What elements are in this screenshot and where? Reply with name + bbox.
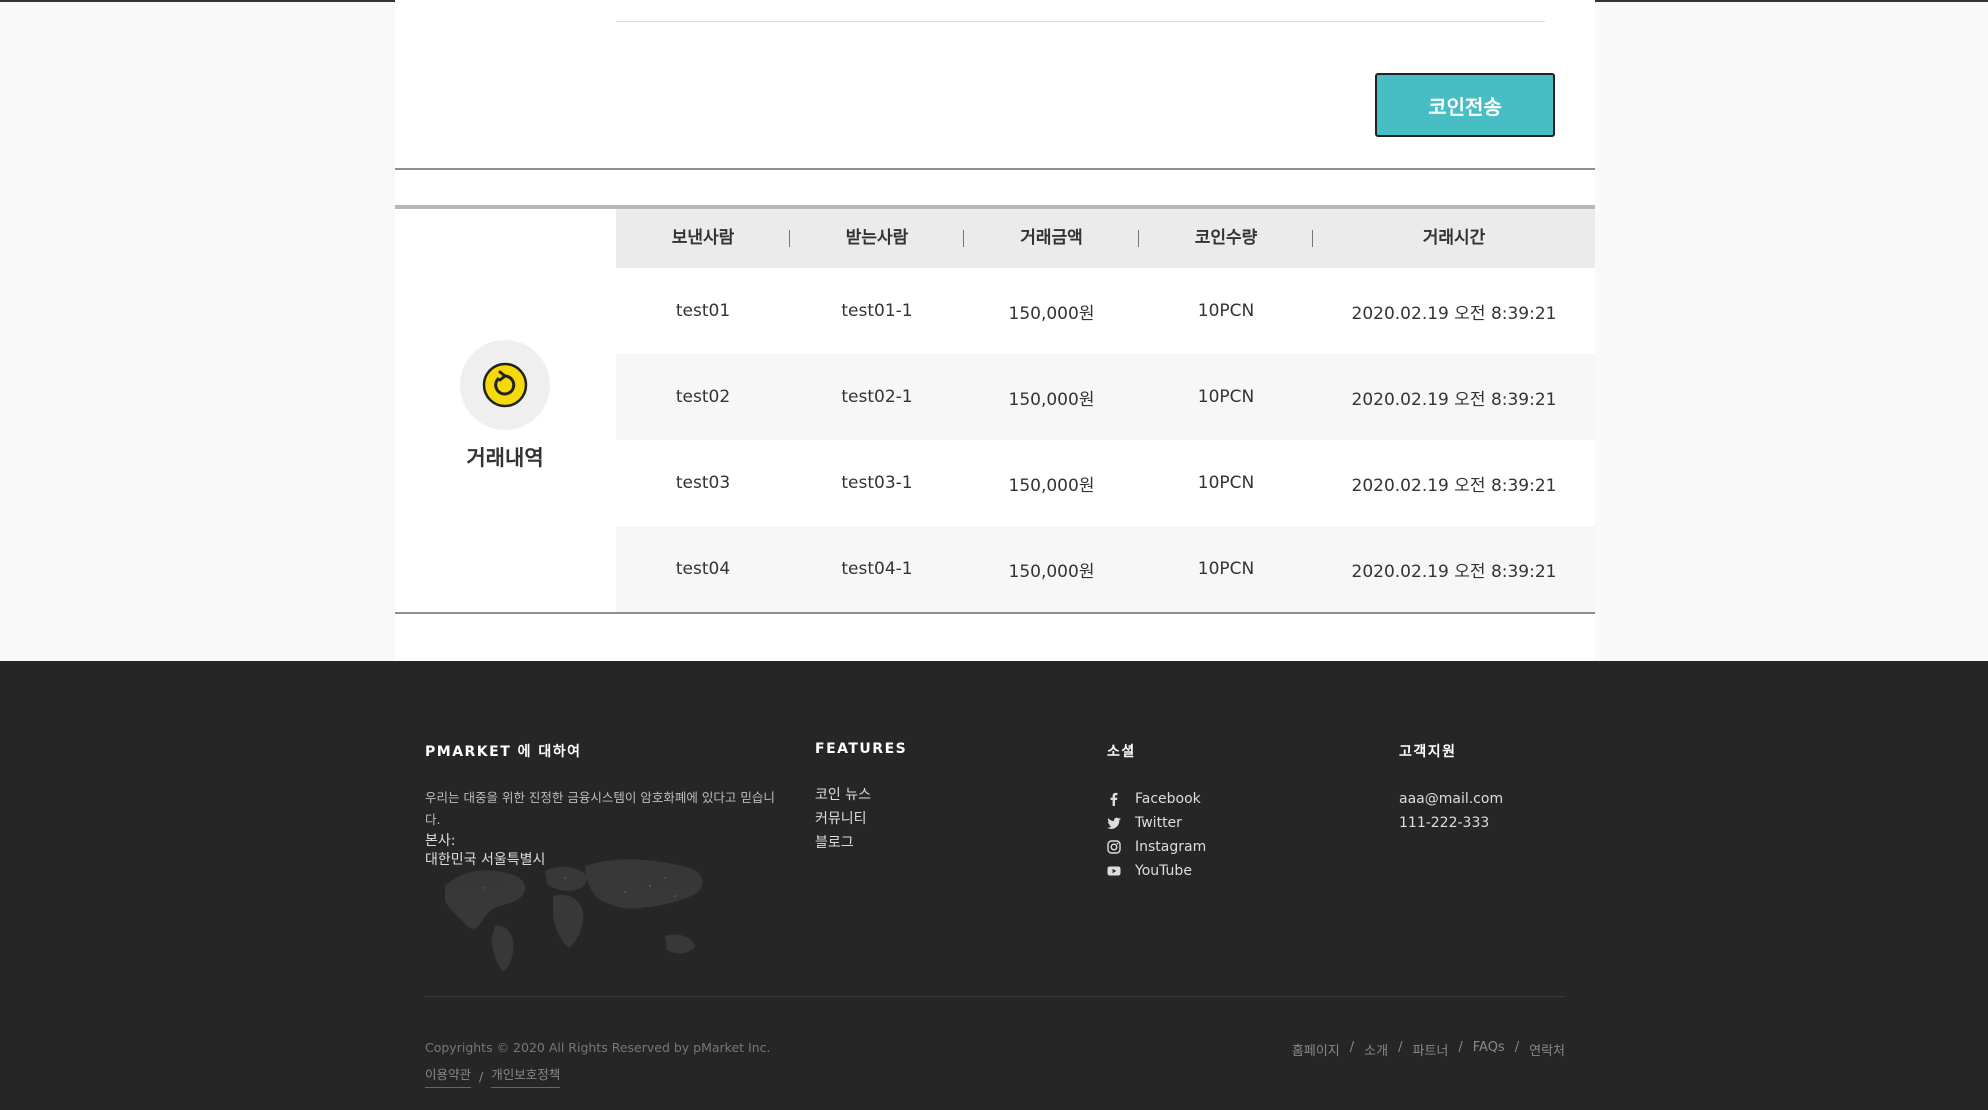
cell-amount: 150,000원 [1008, 475, 1095, 496]
cell-sender: test03 [675, 473, 731, 493]
footer-link-blog[interactable]: 블로그 [815, 831, 907, 855]
instagram-icon [1107, 840, 1121, 854]
privacy-link[interactable]: 개인보호정책 [491, 1064, 561, 1088]
column-header-amount: 거래금액 [964, 209, 1139, 268]
social-link-youtube[interactable]: YouTube [1107, 859, 1206, 883]
legal-links: 이용약관 / 개인보호정책 [425, 1064, 561, 1088]
footer-features-heading: FEATURES [815, 741, 908, 757]
social-label: Facebook [1135, 791, 1201, 807]
social-link-instagram[interactable]: Instagram [1107, 835, 1206, 859]
cell-quantity: 10PCN [1197, 559, 1255, 579]
cell-amount: 150,000원 [1008, 389, 1095, 410]
cell-quantity: 10PCN [1197, 301, 1255, 321]
footer-social-heading: 소셜 [1107, 744, 1136, 760]
footer-link-coin-news[interactable]: 코인 뉴스 [815, 783, 907, 807]
nav-partners[interactable]: 파트너 [1412, 1040, 1448, 1059]
copyright-text: Copyrights © 2020 All Rights Reserved by… [425, 1040, 771, 1055]
facebook-icon [1110, 792, 1118, 806]
social-link-twitter[interactable]: Twitter [1107, 811, 1206, 835]
nav-contact[interactable]: 연락처 [1529, 1040, 1565, 1059]
footer-about-text: 우리는 대중을 위한 진정한 금융시스템이 암호화폐에 있다고 믿습니다. [425, 790, 775, 827]
footer-about-heading: PMARKET 에 대하여 [425, 744, 582, 760]
footer-divider [425, 996, 1565, 997]
section-divider-bottom [395, 612, 1595, 614]
table-header: 보낸사람 받는사람 거래금액 코인수량 거래시간 [616, 209, 1595, 268]
table-row: test01 test01-1 150,000원 10PCN 2020.02.1… [616, 268, 1595, 354]
nav-about[interactable]: 소개 [1364, 1040, 1388, 1059]
social-link-facebook[interactable]: Facebook [1107, 787, 1206, 811]
footer-support-heading: 고객지원 [1399, 744, 1457, 760]
cell-time: 2020.02.19 오전 8:39:21 [1351, 389, 1557, 410]
cell-receiver: test02-1 [841, 387, 913, 407]
cell-receiver: test04-1 [841, 559, 913, 579]
legal-separator: / [479, 1068, 484, 1084]
cell-receiver: test03-1 [841, 473, 913, 493]
table-row: test02 test02-1 150,000원 10PCN 2020.02.1… [616, 354, 1595, 440]
cell-time: 2020.02.19 오전 8:39:21 [1351, 303, 1557, 324]
history-icon-circle [460, 340, 550, 430]
social-label: YouTube [1135, 863, 1192, 879]
cell-sender: test02 [675, 387, 731, 407]
cell-quantity: 10PCN [1197, 387, 1255, 407]
nav-home[interactable]: 홈페이지 [1292, 1040, 1340, 1059]
content-panel: 코인전송 거래내역 보낸사람 받는사람 거래금액 코인수량 거래시간 test0… [395, 0, 1595, 661]
history-title: 거래내역 [466, 446, 544, 470]
twitter-icon [1107, 817, 1121, 829]
nav-separator: / [1514, 1040, 1520, 1055]
footer-link-community[interactable]: 커뮤니티 [815, 807, 907, 831]
support-email[interactable]: aaa@mail.com [1399, 787, 1503, 811]
nav-separator: / [1398, 1040, 1403, 1055]
column-header-quantity: 코인수량 [1139, 209, 1313, 268]
nav-faqs[interactable]: FAQs [1473, 1040, 1505, 1059]
column-header-receiver: 받는사람 [790, 209, 964, 268]
social-label: Twitter [1135, 815, 1182, 831]
coin-send-button[interactable]: 코인전송 [1375, 73, 1555, 137]
footer: PMARKET 에 대하여 우리는 대중을 위한 진정한 금융시스템이 암호화폐… [0, 661, 1988, 1110]
cell-receiver: test01-1 [841, 301, 913, 321]
footer-features: FEATURES 코인 뉴스 커뮤니티 블로그 [815, 741, 907, 855]
section-divider [395, 168, 1595, 170]
world-map-graphic [445, 859, 703, 972]
nav-separator: / [1458, 1040, 1463, 1055]
youtube-icon [1107, 866, 1121, 876]
column-header-sender: 보낸사람 [616, 209, 790, 268]
cell-sender: test01 [675, 301, 731, 321]
nav-separator: / [1349, 1040, 1355, 1055]
terms-link[interactable]: 이용약관 [425, 1064, 472, 1088]
footer-support: 고객지원 aaa@mail.com 111-222-333 [1399, 741, 1503, 835]
cell-sender: test04 [675, 559, 731, 579]
cell-time: 2020.02.19 오전 8:39:21 [1351, 561, 1557, 582]
input-underline [616, 21, 1545, 22]
cell-amount: 150,000원 [1008, 303, 1095, 324]
transaction-table: 보낸사람 받는사람 거래금액 코인수량 거래시간 test01 test01-1… [616, 209, 1595, 612]
cell-quantity: 10PCN [1197, 473, 1255, 493]
support-phone: 111-222-333 [1399, 815, 1490, 831]
cell-time: 2020.02.19 오전 8:39:21 [1351, 475, 1557, 496]
social-label: Instagram [1135, 839, 1207, 855]
table-row: test04 test04-1 150,000원 10PCN 2020.02.1… [616, 526, 1595, 612]
footer-social: 소셜 Facebook Twitter Instagram YouTube [1107, 741, 1206, 883]
cell-amount: 150,000원 [1008, 561, 1095, 582]
history-section-label: 거래내역 [395, 340, 615, 472]
footer-bottom-nav: 홈페이지 / 소개 / 파트너 / FAQs / 연락처 [1292, 1040, 1565, 1059]
column-header-time: 거래시간 [1422, 228, 1486, 248]
table-row: test03 test03-1 150,000원 10PCN 2020.02.1… [616, 440, 1595, 526]
history-icon [482, 362, 528, 408]
